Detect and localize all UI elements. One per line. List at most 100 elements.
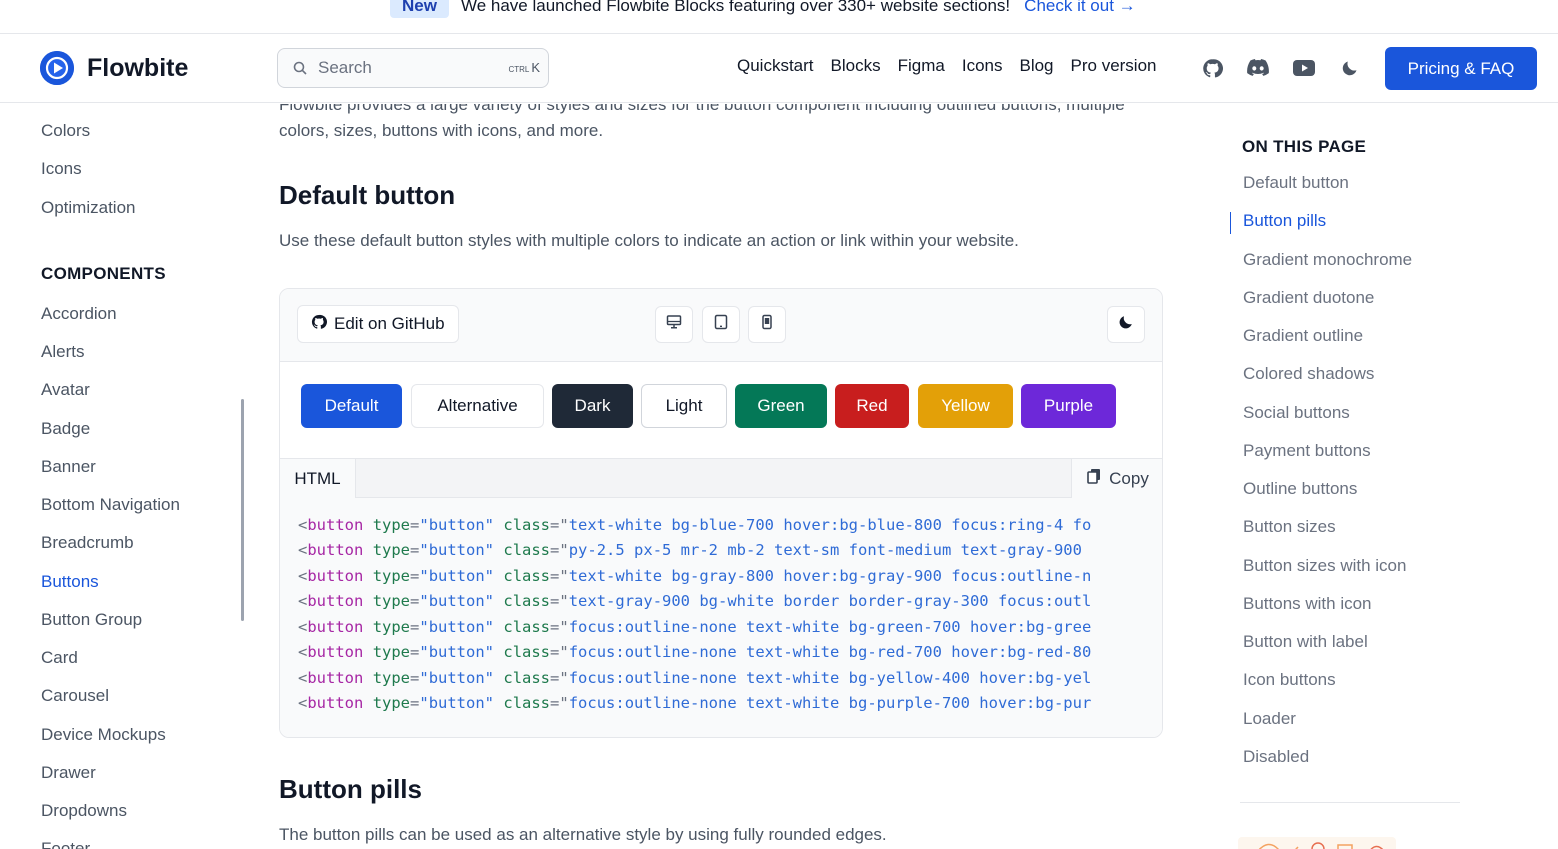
example-dark-mode-button[interactable] bbox=[1107, 306, 1145, 343]
search-shortcut: CTRL K bbox=[508, 60, 540, 75]
sidebar-item-badge[interactable]: Badge bbox=[41, 419, 90, 439]
toc-item-social-buttons[interactable]: Social buttons bbox=[1243, 403, 1350, 423]
toc-item-colored-shadows[interactable]: Colored shadows bbox=[1243, 364, 1374, 384]
toc-item-outline-buttons[interactable]: Outline buttons bbox=[1243, 479, 1357, 499]
sidebar-item-drawer[interactable]: Drawer bbox=[41, 763, 96, 783]
nav-links: Quickstart Blocks Figma Icons Blog Pro v… bbox=[737, 56, 1174, 76]
copy-button[interactable]: Copy bbox=[1071, 459, 1162, 498]
preview-button-red[interactable]: Red bbox=[835, 384, 909, 428]
button-preview: Default Alternative Dark Light Green Red… bbox=[280, 362, 1162, 458]
preview-button-purple[interactable]: Purple bbox=[1021, 384, 1116, 428]
preview-button-yellow[interactable]: Yellow bbox=[918, 384, 1013, 428]
code-example: Edit on GitHub Default Alternative Dark … bbox=[279, 288, 1163, 738]
code-header: HTML Copy bbox=[280, 458, 1162, 498]
nav-link-quickstart[interactable]: Quickstart bbox=[737, 56, 814, 76]
sidebar-item-banner[interactable]: Banner bbox=[41, 457, 96, 477]
toc-active-marker bbox=[1230, 212, 1231, 234]
nav-link-icons[interactable]: Icons bbox=[962, 56, 1003, 76]
edit-on-github-button[interactable]: Edit on GitHub bbox=[297, 305, 459, 343]
copy-icon bbox=[1087, 468, 1109, 489]
dark-mode-icon bbox=[1118, 314, 1134, 335]
sidebar-item-accordion[interactable]: Accordion bbox=[41, 304, 117, 324]
nav-link-blocks[interactable]: Blocks bbox=[831, 56, 881, 76]
github-icon[interactable] bbox=[1200, 56, 1224, 80]
toc-title: ON THIS PAGE bbox=[1242, 137, 1367, 156]
search-icon bbox=[293, 61, 307, 80]
preview-button-dark[interactable]: Dark bbox=[552, 384, 633, 428]
brand-logo[interactable]: Flowbite bbox=[40, 51, 188, 85]
example-toolbar: Edit on GitHub bbox=[280, 289, 1162, 362]
nav-link-figma[interactable]: Figma bbox=[898, 56, 945, 76]
github-icon bbox=[311, 314, 334, 335]
toc-item-disabled[interactable]: Disabled bbox=[1243, 747, 1309, 767]
code-line: <button type="button" class="focus:outli… bbox=[298, 694, 1092, 712]
toc-divider bbox=[1240, 802, 1460, 803]
toc-item-default-button[interactable]: Default button bbox=[1243, 173, 1349, 193]
sidebar-item-card[interactable]: Card bbox=[41, 648, 78, 668]
promo-image[interactable] bbox=[1238, 837, 1396, 849]
toc-item-button-sizes-with-icon[interactable]: Button sizes with icon bbox=[1243, 556, 1406, 576]
sidebar-item-button-group[interactable]: Button Group bbox=[41, 610, 142, 630]
sidebar-item-breadcrumb[interactable]: Breadcrumb bbox=[41, 533, 134, 553]
code-line: <button type="button" class="py-2.5 px-5… bbox=[298, 541, 1092, 559]
sidebar-item-dropdowns[interactable]: Dropdowns bbox=[41, 801, 127, 821]
sidebar-heading-components: COMPONENTS bbox=[41, 264, 166, 283]
navbar: Flowbite CTRL K Quickstart Blocks Figma … bbox=[0, 34, 1558, 103]
sidebar-item-buttons[interactable]: Buttons bbox=[41, 572, 99, 592]
toc-item-gradient-duotone[interactable]: Gradient duotone bbox=[1243, 288, 1374, 308]
intro-paragraph: Flowbite provides a large variety of sty… bbox=[279, 104, 1125, 140]
desktop-view-button[interactable] bbox=[655, 306, 693, 343]
edit-on-github-label: Edit on GitHub bbox=[334, 314, 445, 333]
preview-button-light[interactable]: Light bbox=[641, 384, 727, 428]
table-of-contents: ON THIS PAGE Default button Button pills… bbox=[1230, 104, 1558, 849]
nav-link-pro-version[interactable]: Pro version bbox=[1071, 56, 1157, 76]
main-content: Flowbite provides a large variety of sty… bbox=[279, 104, 1169, 849]
code-block: <button type="button" class="text-white … bbox=[280, 498, 1162, 737]
discord-icon[interactable] bbox=[1246, 56, 1270, 80]
mobile-icon bbox=[759, 314, 775, 335]
sidebar-item-alerts[interactable]: Alerts bbox=[41, 342, 84, 362]
brand-name: Flowbite bbox=[87, 53, 189, 82]
sidebar-item-bottom-navigation[interactable]: Bottom Navigation bbox=[41, 495, 180, 515]
tablet-icon bbox=[713, 314, 729, 335]
nav-link-blog[interactable]: Blog bbox=[1019, 56, 1053, 76]
code-line: <button type="button" class="focus:outli… bbox=[298, 643, 1092, 661]
search-input[interactable] bbox=[318, 49, 498, 87]
sidebar-item-device-mockups[interactable]: Device Mockups bbox=[41, 725, 166, 745]
toc-item-icon-buttons[interactable]: Icon buttons bbox=[1243, 670, 1336, 690]
nav-icons bbox=[1200, 56, 1384, 80]
toc-item-buttons-with-icon[interactable]: Buttons with icon bbox=[1243, 594, 1372, 614]
toc-item-button-pills[interactable]: Button pills bbox=[1243, 211, 1326, 231]
section-title-button-pills: Button pills bbox=[279, 774, 422, 804]
tablet-view-button[interactable] bbox=[702, 306, 740, 343]
toc-item-loader[interactable]: Loader bbox=[1243, 709, 1296, 729]
search-box[interactable]: CTRL K bbox=[277, 48, 549, 88]
code-line: <button type="button" class="focus:outli… bbox=[298, 669, 1092, 687]
banner-link[interactable]: Check it out → bbox=[1024, 0, 1136, 16]
tab-html[interactable]: HTML bbox=[280, 459, 356, 498]
sidebar-item-footer[interactable]: Footer bbox=[41, 839, 90, 849]
sidebar-scrollbar[interactable] bbox=[241, 399, 244, 621]
section-desc-default-button: Use these default button styles with mul… bbox=[279, 231, 1019, 250]
pricing-faq-button[interactable]: Pricing & FAQ bbox=[1385, 47, 1537, 90]
sidebar-item-icons[interactable]: Icons bbox=[41, 159, 82, 179]
youtube-icon[interactable] bbox=[1292, 56, 1316, 80]
dark-mode-icon[interactable] bbox=[1338, 56, 1362, 80]
section-desc-button-pills: The button pills can be used as an alter… bbox=[279, 825, 887, 844]
sidebar-item-avatar[interactable]: Avatar bbox=[41, 380, 90, 400]
toc-item-button-with-label[interactable]: Button with label bbox=[1243, 632, 1368, 652]
sidebar-item-colors[interactable]: Colors bbox=[41, 121, 90, 141]
toc-item-button-sizes[interactable]: Button sizes bbox=[1243, 517, 1336, 537]
preview-button-green[interactable]: Green bbox=[735, 384, 827, 428]
toc-item-gradient-outline[interactable]: Gradient outline bbox=[1243, 326, 1363, 346]
code-line: <button type="button" class="text-gray-9… bbox=[298, 592, 1092, 610]
mobile-view-button[interactable] bbox=[748, 306, 786, 343]
copy-label: Copy bbox=[1109, 468, 1149, 488]
preview-button-alternative[interactable]: Alternative bbox=[411, 384, 544, 428]
toc-item-payment-buttons[interactable]: Payment buttons bbox=[1243, 441, 1371, 461]
preview-button-default[interactable]: Default bbox=[301, 384, 402, 428]
sidebar-item-carousel[interactable]: Carousel bbox=[41, 686, 109, 706]
toc-item-gradient-monochrome[interactable]: Gradient monochrome bbox=[1243, 250, 1412, 270]
sidebar-item-optimization[interactable]: Optimization bbox=[41, 198, 135, 218]
section-title-default-button: Default button bbox=[279, 180, 456, 210]
